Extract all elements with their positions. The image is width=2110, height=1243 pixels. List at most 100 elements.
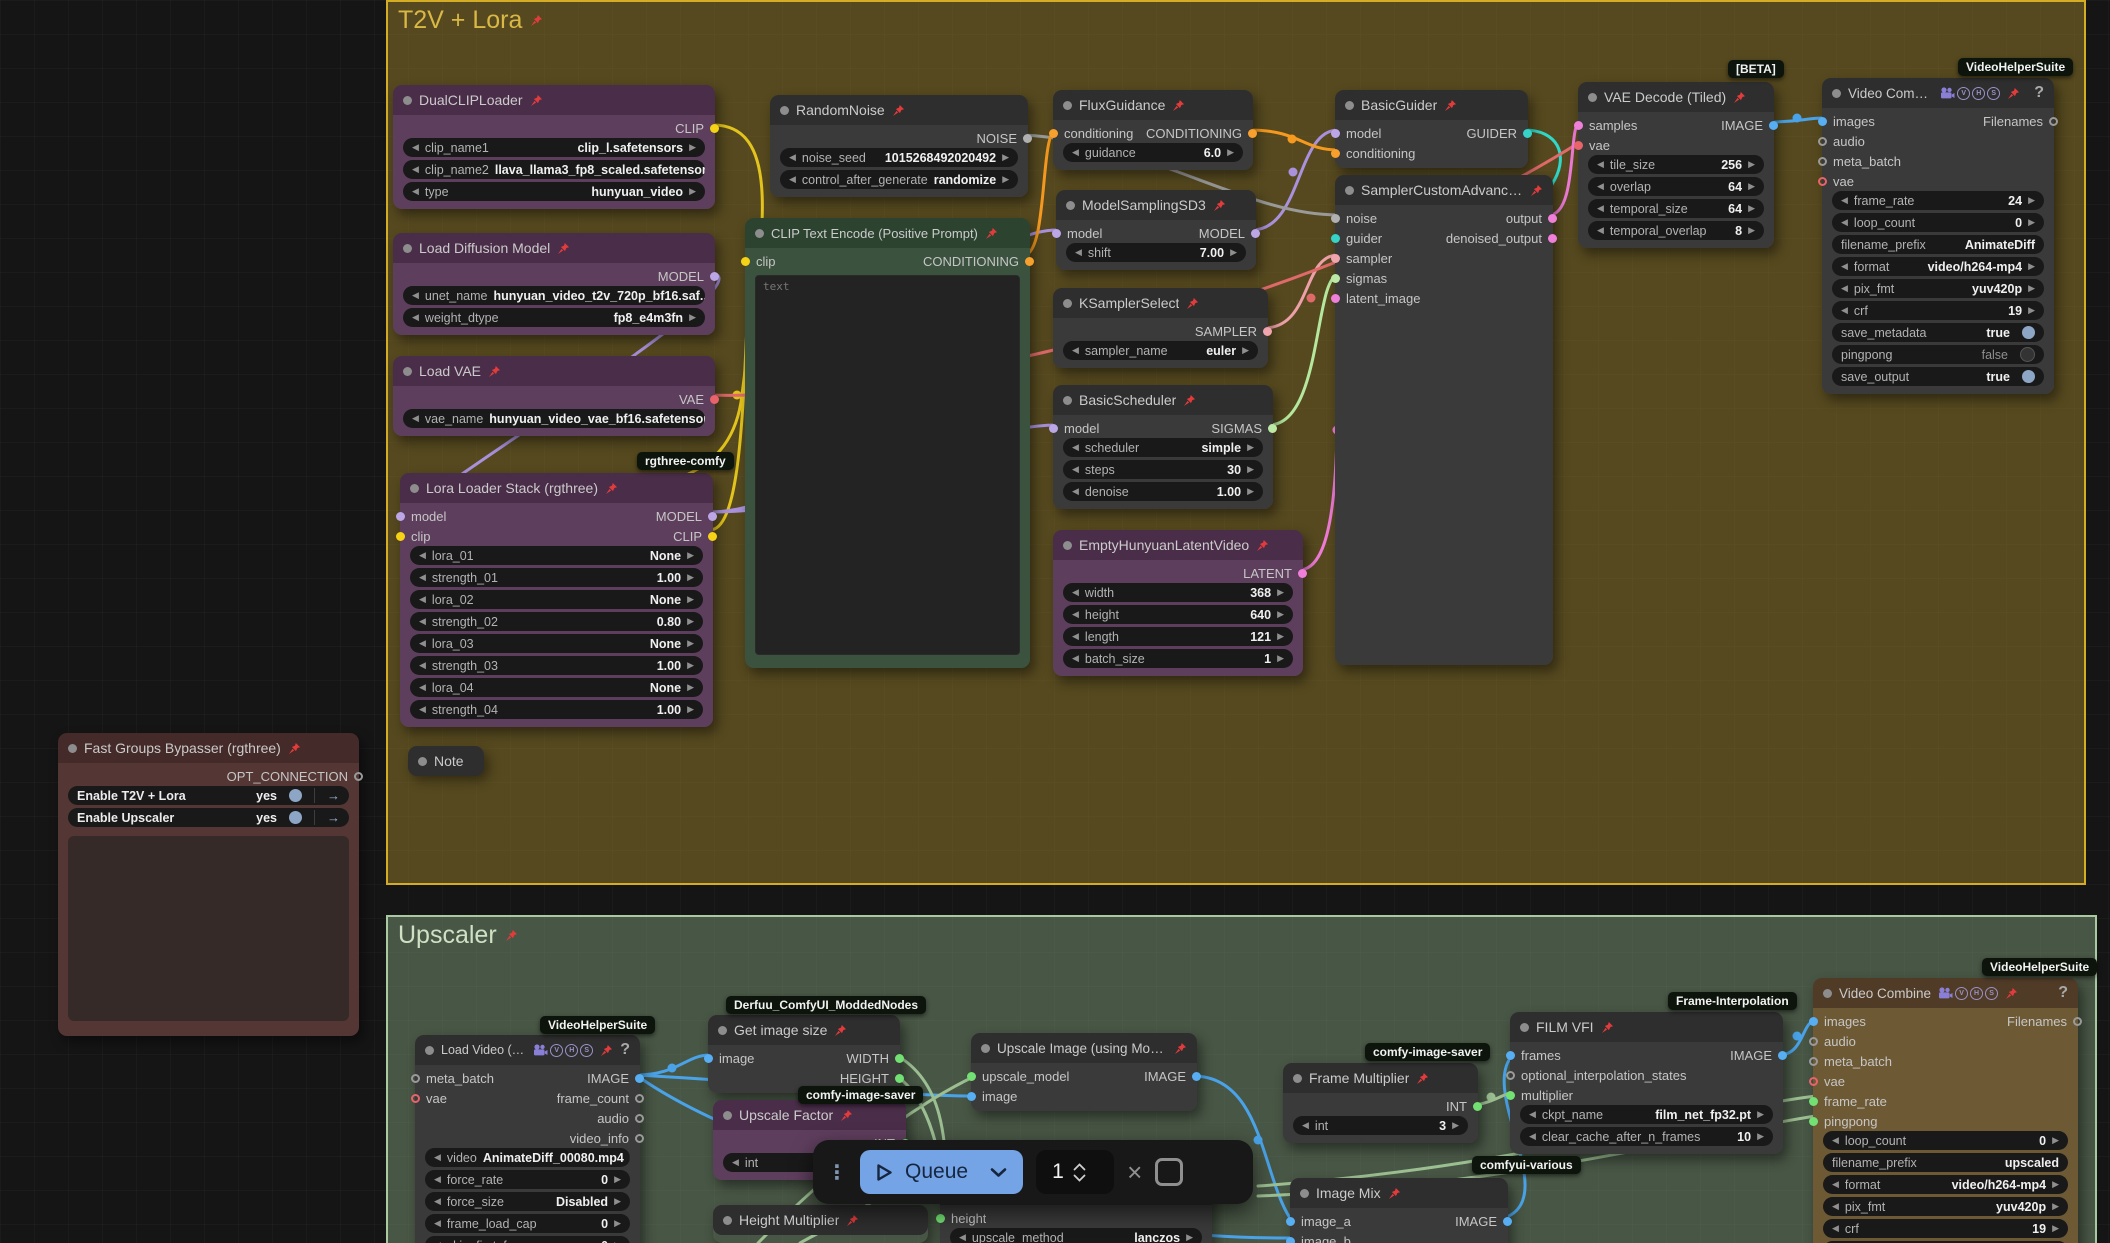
increment-arrow-icon[interactable]: ▶ (614, 1196, 621, 1207)
output-slot-IMAGE[interactable]: IMAGE (1730, 1048, 1787, 1063)
meta_batch-port[interactable] (1809, 1056, 1818, 1066)
samples-port[interactable] (1574, 120, 1583, 130)
strength-03-widget[interactable]: ◀ strength_03 1.00 ▶ (410, 656, 703, 675)
node-titlebar[interactable]: Video Combine V H S? (1813, 978, 2078, 1008)
node-titlebar[interactable]: RandomNoise (770, 95, 1028, 125)
input-slot-sigmas[interactable]: sigmas (1331, 271, 1387, 286)
collapse-dot-icon[interactable] (1063, 100, 1072, 110)
node-titlebar[interactable]: Note (408, 746, 484, 776)
prompt-textarea[interactable]: text (755, 275, 1020, 655)
collapse-dot-icon[interactable] (418, 756, 427, 766)
node-titlebar[interactable]: Image Mix (1290, 1178, 1508, 1208)
output-slot-video_info[interactable]: video_info (570, 1131, 644, 1146)
height-port[interactable] (936, 1213, 945, 1223)
increment-arrow-icon[interactable]: ▶ (2028, 195, 2035, 206)
loop-count-widget[interactable]: ◀ loop_count 0 ▶ (1832, 213, 2044, 232)
MODEL-port[interactable] (708, 511, 717, 521)
input-slot-image[interactable]: image (967, 1089, 1017, 1104)
collapse-dot-icon[interactable] (410, 483, 419, 493)
output-slot-SAMPLER[interactable]: SAMPLER (1195, 324, 1272, 339)
conditioning-port[interactable] (1331, 148, 1340, 158)
collapse-dot-icon[interactable] (780, 105, 789, 115)
image-port[interactable] (967, 1091, 976, 1101)
node-titlebar[interactable]: EmptyHunyuanLatentVideo (1053, 530, 1303, 560)
enable-t2v-lora-widget[interactable]: Enable T2V + Lora yes → (68, 786, 349, 805)
input-slot-vae[interactable]: vae (1818, 174, 1854, 189)
output-slot-Filenames[interactable]: Filenames (2007, 1014, 2082, 1029)
increment-arrow-icon[interactable]: ▶ (687, 704, 694, 715)
increment-arrow-icon[interactable]: ▶ (687, 616, 694, 627)
input-slot-upscale_model[interactable]: upscale_model (967, 1069, 1069, 1084)
INT-port[interactable] (1473, 1101, 1482, 1111)
input-slot-images[interactable]: images (1818, 114, 1875, 129)
decrement-arrow-icon[interactable]: ◀ (1072, 345, 1079, 356)
output-slot-MODEL[interactable]: MODEL (656, 509, 717, 524)
input-slot-sampler[interactable]: sampler (1331, 251, 1392, 266)
collapse-dot-icon[interactable] (1520, 1022, 1529, 1032)
HEIGHT-port[interactable] (895, 1073, 904, 1083)
decrement-arrow-icon[interactable]: ◀ (419, 572, 426, 583)
latent_image-port[interactable] (1331, 293, 1340, 303)
collapse-dot-icon[interactable] (1345, 185, 1354, 195)
vae-port[interactable] (1809, 1076, 1818, 1086)
collapse-dot-icon[interactable] (1345, 100, 1354, 110)
increment-arrow-icon[interactable]: ▶ (689, 142, 696, 153)
jump-to-group-arrow-icon[interactable]: → (327, 810, 340, 825)
increment-arrow-icon[interactable]: ▶ (614, 1218, 621, 1229)
queue-button[interactable]: Queue (860, 1150, 1024, 1194)
node-titlebar[interactable]: BasicGuider (1335, 90, 1528, 120)
output-slot-LATENT[interactable]: LATENT (1243, 566, 1307, 581)
output-slot-CLIP[interactable]: CLIP (675, 121, 719, 136)
control-after-generate-widget[interactable]: ◀ control_after_generate randomize ▶ (780, 170, 1018, 189)
decrement-arrow-icon[interactable]: ◀ (1529, 1131, 1536, 1142)
strength-04-widget[interactable]: ◀ strength_04 1.00 ▶ (410, 700, 703, 719)
node-titlebar[interactable]: Video Combine V H S? (1822, 78, 2054, 108)
decrement-arrow-icon[interactable]: ◀ (1597, 225, 1604, 236)
input-slot-vae[interactable]: vae (1574, 138, 1610, 153)
input-slot-model[interactable]: model (1049, 421, 1099, 436)
toggle-off-icon[interactable] (2020, 347, 2035, 362)
increment-arrow-icon[interactable]: ▶ (2028, 305, 2035, 316)
increment-arrow-icon[interactable]: ▶ (1757, 1109, 1764, 1120)
frame_count-port[interactable] (635, 1093, 644, 1103)
input-slot-image_b[interactable]: image_b (1286, 1234, 1351, 1243)
increment-arrow-icon[interactable]: ▶ (689, 312, 696, 323)
queue-count-box[interactable]: 1 (1036, 1150, 1115, 1194)
decrement-arrow-icon[interactable]: ◀ (1832, 1201, 1839, 1212)
output-slot-audio[interactable]: audio (597, 1111, 644, 1126)
conditioning-port[interactable] (1049, 128, 1058, 138)
node-titlebar[interactable]: Fast Groups Bypasser (rgthree) (58, 733, 359, 763)
node-titlebar[interactable]: Lora Loader Stack (rgthree) (400, 473, 713, 503)
clip-port[interactable] (741, 256, 750, 266)
help-icon[interactable]: ? (2034, 84, 2044, 102)
image-port[interactable] (704, 1053, 713, 1063)
increment-arrow-icon[interactable]: ▶ (687, 550, 694, 561)
output-slot-VAE[interactable]: VAE (679, 392, 719, 407)
WIDTH-port[interactable] (895, 1053, 904, 1063)
decrement-arrow-icon[interactable]: ◀ (434, 1174, 441, 1185)
increment-arrow-icon[interactable]: ▶ (1748, 159, 1755, 170)
guidance-widget[interactable]: ◀ guidance 6.0 ▶ (1063, 143, 1243, 162)
chevron-down-icon[interactable] (990, 1167, 1007, 1178)
output-slot-GUIDER[interactable]: GUIDER (1466, 126, 1532, 141)
decrement-arrow-icon[interactable]: ◀ (1529, 1109, 1536, 1120)
decrement-arrow-icon[interactable]: ◀ (419, 550, 426, 561)
decrement-arrow-icon[interactable]: ◀ (1302, 1120, 1309, 1131)
output-slot-MODEL[interactable]: MODEL (658, 269, 719, 284)
input-slot-multiplier[interactable]: multiplier (1506, 1088, 1573, 1103)
video_info-port[interactable] (635, 1133, 644, 1143)
temporal-size-widget[interactable]: ◀ temporal_size 64 ▶ (1588, 199, 1764, 218)
vae-port[interactable] (411, 1093, 420, 1103)
input-slot-noise[interactable]: noise (1331, 211, 1377, 226)
scheduler-widget[interactable]: ◀ scheduler simple ▶ (1063, 438, 1263, 457)
increment-arrow-icon[interactable]: ▶ (2052, 1135, 2059, 1146)
shift-widget[interactable]: ◀ shift 7.00 ▶ (1066, 243, 1246, 262)
output-slot-IMAGE[interactable]: IMAGE (1144, 1069, 1201, 1084)
tile-size-widget[interactable]: ◀ tile_size 256 ▶ (1588, 155, 1764, 174)
collapse-dot-icon[interactable] (403, 366, 412, 376)
crf-widget[interactable]: ◀ crf 19 ▶ (1832, 301, 2044, 320)
decrement-arrow-icon[interactable]: ◀ (419, 704, 426, 715)
collapse-dot-icon[interactable] (981, 1043, 990, 1053)
noise-seed-widget[interactable]: ◀ noise_seed 1015268492020492 ▶ (780, 148, 1018, 167)
collapse-dot-icon[interactable] (403, 95, 412, 105)
